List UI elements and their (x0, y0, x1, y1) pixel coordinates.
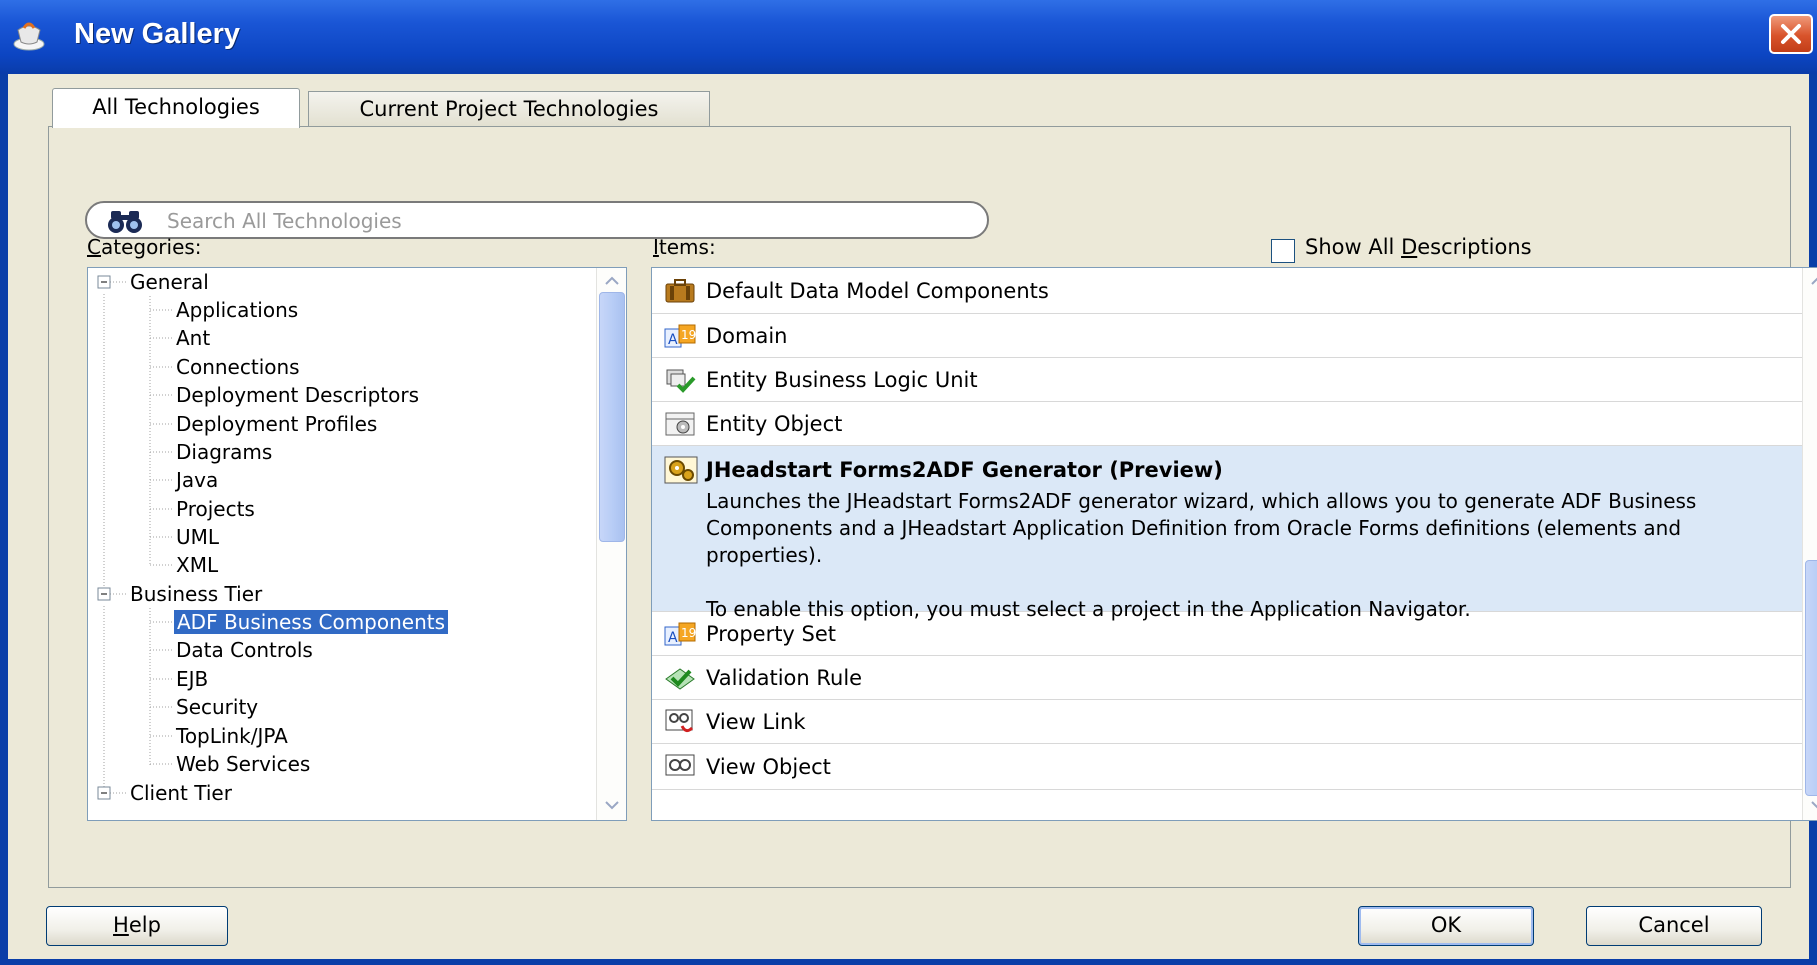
show-all-descriptions-checkbox[interactable] (1271, 239, 1295, 263)
list-item-entity-business-logic-unit[interactable]: Entity Business Logic Unit (652, 358, 1804, 402)
tab-current-project-technologies[interactable]: Current Project Technologies (308, 91, 710, 127)
list-item-view-object[interactable]: View Object (652, 744, 1804, 790)
tree-node-deployment-descriptors[interactable]: Deployment Descriptors (176, 381, 419, 409)
domain-icon: A 19 (664, 323, 696, 354)
categories-scroll-thumb[interactable] (599, 292, 625, 542)
scroll-up-arrow-icon[interactable] (597, 270, 627, 292)
items-scrollbar[interactable] (1802, 268, 1817, 820)
tree-node-security[interactable]: Security (176, 693, 258, 721)
list-item-entity-object[interactable]: Entity Object (652, 402, 1804, 446)
tree-node-java[interactable]: Java (176, 466, 218, 494)
tree-node-diagrams[interactable]: Diagrams (176, 438, 272, 466)
tree-node-toplink-jpa[interactable]: TopLink/JPA (176, 722, 288, 750)
list-item-property-set[interactable]: A 19 Property Set (652, 612, 1804, 656)
tree-node-connections[interactable]: Connections (176, 353, 300, 381)
tree-node-client-tier[interactable]: Client Tier (130, 779, 232, 807)
title-bar: New Gallery (0, 0, 1817, 74)
validation-rule-icon (664, 665, 696, 696)
scroll-down-arrow-icon[interactable] (1803, 794, 1817, 816)
tree-node-ejb[interactable]: EJB (176, 665, 208, 693)
list-item-validation-rule[interactable]: Validation Rule (652, 656, 1804, 700)
window-title: New Gallery (74, 18, 241, 50)
svg-text:19: 19 (681, 328, 696, 342)
generator-icon (664, 456, 698, 489)
items-list[interactable]: Default Data Model Components A 19 Domain… (651, 267, 1817, 821)
briefcase-icon (664, 278, 696, 309)
tree-node-deployment-profiles[interactable]: Deployment Profiles (176, 410, 377, 438)
view-object-icon (664, 753, 696, 784)
tree-node-ant[interactable]: Ant (176, 324, 210, 352)
tree-node-data-controls[interactable]: Data Controls (176, 636, 313, 664)
items-scroll-thumb[interactable] (1805, 560, 1817, 796)
list-item-jheadstart-forms2adf-generator[interactable]: JHeadstart Forms2ADF Generator (Preview)… (652, 446, 1804, 621)
categories-tree[interactable]: General Applications Ant Connections Dep… (87, 267, 627, 821)
close-icon (1781, 24, 1801, 44)
list-item-domain[interactable]: A 19 Domain (652, 314, 1804, 358)
svg-text:A: A (668, 332, 678, 348)
tree-node-uml[interactable]: UML (176, 523, 219, 551)
scroll-down-arrow-icon[interactable] (597, 794, 627, 816)
logic-unit-icon (664, 367, 696, 398)
tab-panel: Categories: (48, 126, 1817, 888)
binoculars-icon (105, 208, 145, 238)
tree-node-adf-business-components[interactable]: ADF Business Components (174, 608, 449, 636)
svg-text:A: A (668, 630, 678, 646)
tree-node-projects[interactable]: Projects (176, 495, 255, 523)
search-box[interactable] (85, 201, 989, 239)
list-item-view-link[interactable]: View Link (652, 700, 1804, 744)
jdeveloper-cup-icon (12, 22, 46, 52)
tab-all-technologies[interactable]: All Technologies (52, 88, 300, 128)
cancel-button[interactable]: Cancel (1586, 906, 1762, 946)
property-set-icon: A 19 (664, 621, 696, 652)
show-all-descriptions-label: Show All Descriptions (1305, 235, 1532, 259)
dialog-body: Current Project Technologies All Technol… (8, 74, 1817, 959)
close-button[interactable] (1769, 14, 1813, 54)
tree-node-xml[interactable]: XML (176, 551, 218, 579)
tree-node-business-tier[interactable]: Business Tier (130, 580, 262, 608)
ok-button[interactable]: OK (1358, 906, 1534, 946)
help-button[interactable]: Help (46, 906, 228, 946)
tree-connector-lines (97, 275, 174, 800)
scroll-up-arrow-icon[interactable] (1803, 270, 1817, 292)
item-description: Launches the JHeadstart Forms2ADF genera… (706, 489, 1697, 621)
categories-label: Categories: (87, 235, 202, 259)
tree-node-general[interactable]: General (130, 268, 209, 296)
search-input[interactable] (165, 207, 949, 235)
entity-object-icon (664, 411, 696, 442)
categories-scrollbar[interactable] (596, 268, 627, 820)
view-link-icon (664, 708, 696, 741)
items-label: Items: (653, 235, 716, 259)
tree-node-web-services[interactable]: Web Services (176, 750, 310, 778)
svg-text:19: 19 (681, 626, 696, 640)
tree-node-applications[interactable]: Applications (176, 296, 298, 324)
list-item-default-data-model-components[interactable]: Default Data Model Components (652, 268, 1804, 314)
